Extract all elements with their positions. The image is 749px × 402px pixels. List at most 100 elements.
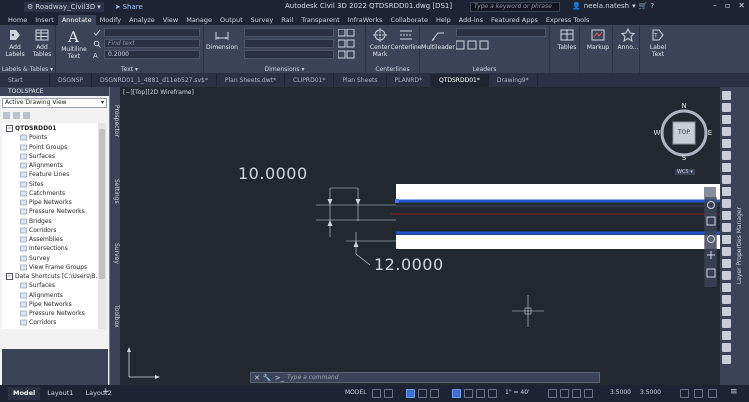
toolspace-tab-survey[interactable]: Survey	[110, 243, 120, 264]
label-text-button[interactable]: T Label Text	[643, 28, 673, 58]
tree-item[interactable]: Feature Lines	[20, 171, 69, 178]
maximize-icon[interactable]: ▫	[725, 1, 730, 10]
annotation-scale[interactable]: 1" = 40'	[505, 389, 530, 396]
viewcube-west[interactable]: W	[653, 129, 661, 137]
hardware-acceleration-icon[interactable]	[694, 389, 703, 398]
clean-screen-icon[interactable]	[708, 389, 717, 398]
layer-tool-icon[interactable]	[722, 355, 731, 364]
navigation-bar[interactable]	[705, 197, 717, 287]
tree-item[interactable]: Intersections	[20, 245, 68, 252]
tree-item[interactable]: Pipe Networks	[20, 199, 72, 206]
isodraft-icon[interactable]	[430, 389, 439, 398]
layer-tool-icon[interactable]	[722, 271, 731, 280]
tree-item[interactable]: Sites	[20, 181, 44, 188]
ribbon-tab-add-ins[interactable]: Add-ins	[455, 15, 487, 25]
dimensions-panel-label[interactable]: Dimensions ▾	[204, 66, 365, 73]
layer-tool-icon[interactable]	[722, 307, 731, 316]
layer-tool-icon[interactable]	[722, 163, 731, 172]
find-text-input[interactable]: Find text	[104, 39, 200, 48]
document-tab[interactable]: CLIPRD01*	[285, 74, 335, 87]
search-input[interactable]: Type a keyword or phrase	[470, 2, 560, 12]
toolspace-view-select[interactable]: Active Drawing View ▾	[2, 98, 107, 108]
document-tab[interactable]: Start	[0, 74, 50, 87]
labels-tables-panel-label[interactable]: Labels & Tables ▾	[0, 66, 55, 73]
command-line[interactable]: ✕ 🔧 >_ Type a command	[250, 372, 600, 383]
toolspace-tab-settings[interactable]: Settings	[110, 179, 120, 204]
units-icon[interactable]	[584, 389, 593, 398]
model-space-toggle[interactable]: MODEL	[345, 389, 367, 396]
toolspace-tab-prospector[interactable]: Prospector	[110, 105, 120, 137]
dimension-text-top[interactable]: 10.0000	[238, 164, 308, 183]
workspace-switch-icon[interactable]	[560, 389, 569, 398]
toolspace-toolbar-icons[interactable]	[3, 112, 43, 120]
user-account[interactable]: 👤 neela.natesh ▾ 🛒 ?	[572, 2, 654, 10]
wcs-menu[interactable]: WCS ▾	[675, 169, 695, 175]
status-value-2[interactable]: 3.5000	[640, 389, 661, 396]
tree-item[interactable]: Pressure Networks	[20, 310, 85, 317]
ribbon-tab-help[interactable]: Help	[432, 15, 455, 25]
center-mark-button[interactable]: Center Mark	[368, 28, 392, 58]
snap-icon[interactable]	[384, 389, 393, 398]
layout-tab-layout2[interactable]: Layout2	[80, 387, 116, 400]
tree-item[interactable]: Surfaces	[20, 153, 55, 160]
text-height-input[interactable]: 0.2000	[104, 50, 200, 59]
layer-tool-icon[interactable]	[722, 223, 731, 232]
tables-button[interactable]: Tables	[556, 28, 578, 51]
ribbon-tab-home[interactable]: Home	[4, 15, 31, 25]
leader-tools-icons[interactable]	[456, 40, 526, 50]
layer-tool-icon[interactable]	[722, 139, 731, 148]
annotation-visibility-icon[interactable]	[548, 389, 557, 398]
layer-tool-icon[interactable]	[722, 199, 731, 208]
tree-item[interactable]: Alignments	[20, 162, 63, 169]
document-tab[interactable]: DSGNRD01_1_4881_d11eb527.sv$*	[92, 74, 217, 87]
help-icon[interactable]: ?	[650, 2, 654, 10]
layer-tool-icon[interactable]	[722, 295, 731, 304]
viewcube-east[interactable]: E	[706, 129, 714, 137]
layer-tool-icon[interactable]	[722, 151, 731, 160]
layer-tool-icon[interactable]	[722, 319, 731, 328]
viewcube-north[interactable]: N	[680, 102, 688, 110]
lineweight-icon[interactable]	[464, 389, 473, 398]
scrollbar-thumb[interactable]	[99, 129, 105, 279]
centerline-button[interactable]: Centerline	[390, 28, 422, 51]
grid-icon[interactable]	[372, 389, 381, 398]
add-tables-button[interactable]: Add Tables	[30, 28, 54, 58]
tree-item[interactable]: Assemblies	[20, 236, 63, 243]
wrench-icon[interactable]: 🔧	[263, 374, 272, 382]
layer-tool-icon[interactable]	[722, 127, 731, 136]
multiline-text-button[interactable]: A Multiline Text	[60, 28, 88, 60]
document-tab[interactable]: PLANRD*	[387, 74, 431, 87]
isolate-objects-icon[interactable]	[680, 389, 689, 398]
dimension-style-dropdown[interactable]	[244, 28, 334, 37]
markup-button[interactable]: Markup	[585, 28, 611, 51]
tree-scrollbar[interactable]	[98, 123, 106, 329]
tree-item[interactable]: Alignments	[20, 292, 63, 299]
layer-tool-icon[interactable]	[722, 235, 731, 244]
tree-item[interactable]: Points	[20, 134, 47, 141]
find-text-icon[interactable]	[93, 40, 101, 48]
ribbon-tab-express-tools[interactable]: Express Tools	[542, 15, 593, 25]
layer-tool-icon[interactable]	[722, 175, 731, 184]
ribbon-tab-annotate[interactable]: Annotate	[57, 15, 96, 25]
toolspace-tab-toolbox[interactable]: Toolbox	[110, 305, 120, 328]
tree-item[interactable]: Corridors	[20, 319, 56, 326]
layout-tab-layout1[interactable]: Layout1	[42, 387, 78, 400]
layer-tool-icon[interactable]	[722, 283, 731, 292]
tree-item[interactable]: Point Groups	[20, 144, 67, 151]
layer-tool-icon[interactable]	[722, 103, 731, 112]
tree-item[interactable]: Pipe Networks	[20, 301, 72, 308]
layer-tool-icon[interactable]	[722, 247, 731, 256]
ribbon-tab-manage[interactable]: Manage	[182, 15, 216, 25]
cart-icon[interactable]: 🛒	[639, 2, 648, 10]
add-labels-button[interactable]: Add Labels	[3, 28, 27, 58]
close-icon[interactable]: ✕	[738, 1, 745, 10]
ribbon-tab-transparent[interactable]: Transparent	[297, 15, 343, 25]
tree-item[interactable]: Survey	[20, 255, 50, 262]
check-spelling-icon[interactable]	[93, 29, 101, 37]
workspace-selector[interactable]: ⚙ Roadway_Civil3D ▾	[24, 2, 104, 12]
text-style-dropdown[interactable]	[104, 28, 200, 37]
minimize-icon[interactable]: –	[713, 1, 717, 10]
viewcube-south[interactable]: S	[680, 154, 688, 162]
toolspace-title[interactable]: TOOLSPACE	[0, 87, 109, 96]
document-tab[interactable]: QTDSRDD01*	[430, 74, 489, 87]
